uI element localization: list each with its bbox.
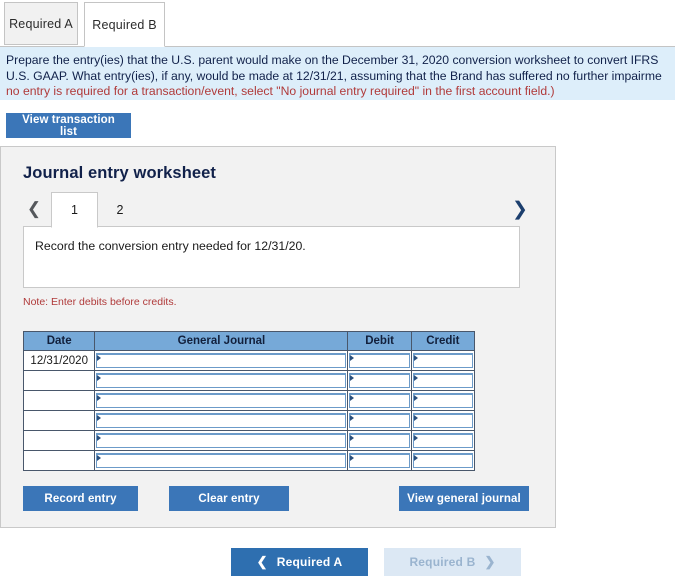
journal-entry-table-body: 12/31/2020 bbox=[22, 350, 476, 471]
chevron-left-icon: ❮ bbox=[256, 554, 268, 569]
nav-next-label: Required B bbox=[409, 555, 476, 569]
account-select-field[interactable] bbox=[96, 433, 347, 448]
instruction-line-2: U.S. GAAP. What entry(ies), if any, woul… bbox=[6, 68, 662, 83]
table-row bbox=[22, 430, 476, 451]
worksheet-prompt-text: Record the conversion entry needed for 1… bbox=[35, 239, 306, 253]
debit-cell[interactable] bbox=[347, 390, 412, 411]
chevron-right-icon: ❯ bbox=[484, 554, 496, 569]
credit-input-field[interactable] bbox=[412, 373, 473, 388]
date-cell[interactable]: 12/31/2020 bbox=[22, 350, 96, 371]
tab-required-a[interactable]: Required A bbox=[4, 2, 78, 45]
date-cell[interactable] bbox=[22, 370, 96, 391]
credit-cell[interactable] bbox=[410, 450, 476, 471]
nav-previous-required-a-button[interactable]: ❮ Required A bbox=[231, 548, 368, 576]
debit-cell[interactable] bbox=[347, 410, 412, 431]
nav-previous-label: Required A bbox=[276, 555, 343, 569]
debit-cell[interactable] bbox=[347, 350, 412, 371]
clear-entry-button[interactable]: Clear entry bbox=[169, 486, 289, 511]
debit-cell[interactable] bbox=[347, 430, 412, 451]
worksheet-page-2-label: 2 bbox=[116, 202, 124, 217]
record-entry-label: Record entry bbox=[44, 492, 117, 505]
worksheet-page-1[interactable]: 1 bbox=[51, 192, 98, 228]
account-select-field[interactable] bbox=[96, 393, 347, 408]
table-header-row: Date General Journal Debit Credit bbox=[22, 331, 476, 351]
clear-entry-label: Clear entry bbox=[198, 492, 260, 505]
credit-cell[interactable] bbox=[410, 350, 476, 371]
credit-cell[interactable] bbox=[410, 430, 476, 451]
table-row bbox=[22, 370, 476, 391]
view-transaction-list-button[interactable]: View transaction list bbox=[6, 113, 131, 138]
general-journal-cell[interactable] bbox=[94, 430, 349, 451]
table-row: 12/31/2020 bbox=[22, 350, 476, 371]
view-general-journal-button[interactable]: View general journal bbox=[399, 486, 529, 511]
instruction-line-3: no entry is required for a transaction/e… bbox=[6, 84, 555, 98]
chevron-right-icon[interactable]: ❯ bbox=[509, 198, 531, 220]
column-header-general-journal: General Journal bbox=[94, 331, 349, 351]
debit-input-field[interactable] bbox=[349, 413, 410, 428]
debit-input-field[interactable] bbox=[349, 353, 410, 368]
worksheet-page-2[interactable]: 2 bbox=[100, 192, 140, 227]
debits-before-credits-note: Note: Enter debits before credits. bbox=[23, 296, 177, 308]
table-row bbox=[22, 390, 476, 411]
debit-input-field[interactable] bbox=[349, 453, 410, 468]
account-select-field[interactable] bbox=[96, 413, 347, 428]
credit-cell[interactable] bbox=[410, 410, 476, 431]
worksheet-title: Journal entry worksheet bbox=[23, 164, 217, 182]
general-journal-cell[interactable] bbox=[94, 370, 349, 391]
general-journal-cell[interactable] bbox=[94, 350, 349, 371]
column-header-date: Date bbox=[22, 331, 96, 351]
debit-cell[interactable] bbox=[347, 370, 412, 391]
column-header-credit: Credit bbox=[410, 331, 476, 351]
account-select-field[interactable] bbox=[96, 373, 347, 388]
account-select-field[interactable] bbox=[96, 353, 347, 368]
credit-input-field[interactable] bbox=[412, 353, 473, 368]
tab-required-b[interactable]: Required B bbox=[84, 2, 165, 47]
general-journal-cell[interactable] bbox=[94, 450, 349, 471]
journal-entry-worksheet-panel: Journal entry worksheet ❮ 1 2 ❯ Record t… bbox=[0, 146, 556, 528]
view-general-journal-label: View general journal bbox=[407, 492, 521, 505]
credit-input-field[interactable] bbox=[412, 433, 473, 448]
tab-required-a-label: Required A bbox=[9, 16, 73, 31]
table-row bbox=[22, 410, 476, 431]
chevron-left-icon[interactable]: ❮ bbox=[23, 198, 45, 220]
general-journal-cell[interactable] bbox=[94, 410, 349, 431]
general-journal-cell[interactable] bbox=[94, 390, 349, 411]
tab-required-b-label: Required B bbox=[92, 17, 157, 32]
bottom-navigation: ❮ Required A Required B ❯ bbox=[0, 548, 675, 578]
record-entry-button[interactable]: Record entry bbox=[23, 486, 138, 511]
credit-input-field[interactable] bbox=[412, 453, 473, 468]
credit-cell[interactable] bbox=[410, 390, 476, 411]
debit-cell[interactable] bbox=[347, 450, 412, 471]
debit-input-field[interactable] bbox=[349, 433, 410, 448]
date-cell[interactable] bbox=[22, 430, 96, 451]
view-transaction-list-label: View transaction list bbox=[22, 113, 115, 138]
table-row bbox=[22, 450, 476, 471]
instruction-line-1: Prepare the entry(ies) that the U.S. par… bbox=[6, 53, 659, 67]
debit-input-field[interactable] bbox=[349, 393, 410, 408]
date-cell[interactable] bbox=[22, 410, 96, 431]
nav-next-required-b-button: Required B ❯ bbox=[384, 548, 521, 576]
date-cell[interactable] bbox=[22, 450, 96, 471]
worksheet-page-1-label: 1 bbox=[71, 203, 78, 217]
credit-input-field[interactable] bbox=[412, 393, 473, 408]
date-cell[interactable] bbox=[22, 390, 96, 411]
debit-input-field[interactable] bbox=[349, 373, 410, 388]
credit-input-field[interactable] bbox=[412, 413, 473, 428]
column-header-debit: Debit bbox=[347, 331, 412, 351]
requirement-tab-strip: Required A Required B bbox=[0, 0, 675, 47]
account-select-field[interactable] bbox=[96, 453, 347, 468]
instruction-panel: Prepare the entry(ies) that the U.S. par… bbox=[0, 46, 675, 100]
worksheet-prompt-box: Record the conversion entry needed for 1… bbox=[23, 226, 520, 288]
worksheet-pager: ❮ 1 2 ❯ bbox=[1, 191, 557, 228]
credit-cell[interactable] bbox=[410, 370, 476, 391]
journal-entry-table: Date General Journal Debit Credit 12/31/… bbox=[22, 331, 476, 471]
